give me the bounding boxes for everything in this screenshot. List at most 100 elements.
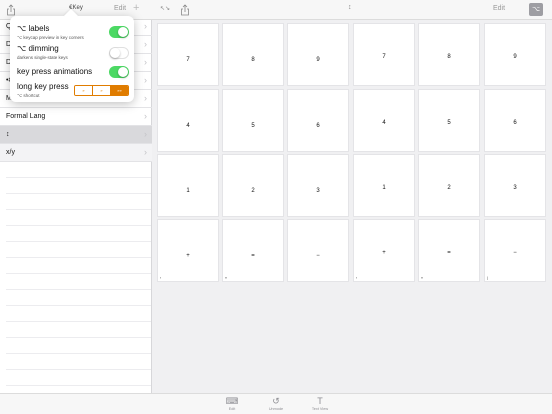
- option-key-icon[interactable]: ⌥: [529, 3, 543, 16]
- empty-list-row: [6, 338, 151, 354]
- longpress-title: long key press: [17, 82, 69, 91]
- empty-list-row: [6, 194, 151, 210]
- keypad-key[interactable]: 3: [287, 154, 349, 217]
- longpress-segmented-control[interactable]: »»»»: [74, 85, 129, 96]
- empty-list-row: [6, 274, 151, 290]
- key-label: 6: [316, 123, 320, 129]
- key-label: 3: [316, 188, 320, 194]
- empty-list-row: [6, 354, 151, 370]
- list-item[interactable]: Formal Lang ›: [0, 108, 152, 126]
- key-label: =: [447, 250, 451, 256]
- keypad-key[interactable]: 1: [157, 154, 219, 217]
- key-label: 9: [316, 57, 320, 63]
- keypad-key[interactable]: 3: [484, 154, 546, 217]
- keypad-key[interactable]: − |: [484, 219, 546, 282]
- keypad-key[interactable]: 5: [222, 89, 284, 152]
- bottom-bar-item[interactable]: ⌨ Edit: [217, 396, 247, 411]
- key-label: 5: [251, 123, 255, 129]
- labels-subtitle: ⌥ keycap preview in key corners: [17, 35, 84, 40]
- list-item-label: x/y: [6, 149, 15, 156]
- dimming-title: ⌥ dimming: [17, 44, 59, 53]
- expand-icon[interactable]: ↖↘: [160, 5, 170, 12]
- settings-popover: ⌥ labels ⌥ keycap preview in key corners…: [10, 8, 134, 102]
- empty-list-row: [6, 210, 151, 226]
- key-label: 1: [382, 185, 386, 191]
- bottom-bar-item[interactable]: T Text View: [305, 396, 335, 411]
- undo-icon: ↺: [272, 396, 280, 406]
- keypad-key[interactable]: = «: [418, 219, 480, 282]
- right-edit-button[interactable]: Edit: [493, 5, 505, 12]
- left-edit-button[interactable]: Edit: [114, 5, 126, 12]
- key-label: 1: [186, 188, 190, 194]
- bottom-bar-item[interactable]: ↺ Unmode: [261, 396, 291, 411]
- keypad-key[interactable]: 2: [222, 154, 284, 217]
- bottom-bar-label: Unmode: [268, 407, 284, 411]
- dimming-toggle[interactable]: [109, 47, 129, 59]
- labels-toggle[interactable]: [109, 26, 129, 38]
- labels-title: ⌥ labels: [17, 24, 50, 33]
- keypad-key[interactable]: 7: [157, 23, 219, 86]
- bottom-toolbar: ⌨ Edit ↺ Unmode T Text View: [152, 393, 552, 414]
- key-label: 4: [186, 123, 190, 129]
- key-label: 8: [447, 54, 451, 60]
- chevron-right-icon: ›: [144, 93, 147, 103]
- chevron-right-icon: ›: [144, 75, 147, 85]
- empty-list-row: [6, 162, 151, 178]
- chevron-right-icon: ›: [144, 21, 147, 31]
- list-item[interactable]: x/y ›: [0, 144, 152, 162]
- key-label: −: [316, 253, 320, 259]
- bottom-bar-label: Edit: [228, 407, 236, 411]
- left-bottom-bar: [0, 393, 152, 414]
- key-label: 7: [382, 54, 386, 60]
- key-label: +: [382, 250, 386, 256]
- keypad-key[interactable]: 4: [353, 89, 415, 152]
- segment-option[interactable]: »: [93, 86, 111, 95]
- reorder-icon[interactable]: ↕: [348, 4, 352, 11]
- key-label: 8: [251, 57, 255, 63]
- keypad-key[interactable]: 2: [418, 154, 480, 217]
- bottom-bar-label: Text View: [311, 407, 329, 411]
- keypad-key[interactable]: 4: [157, 89, 219, 152]
- key-label: 2: [251, 188, 255, 194]
- keypad-key[interactable]: 8: [222, 23, 284, 86]
- keypad-key[interactable]: 6: [484, 89, 546, 152]
- key-label: −: [513, 250, 517, 256]
- keypad-key[interactable]: 9: [287, 23, 349, 86]
- chevron-right-icon: ›: [144, 57, 147, 67]
- keypad-key[interactable]: = «: [222, 219, 284, 282]
- keypad-key[interactable]: + ‹: [353, 219, 415, 282]
- chevron-right-icon: ›: [144, 111, 147, 121]
- add-button[interactable]: +: [133, 2, 139, 14]
- list-item-label: ↕: [6, 131, 10, 138]
- empty-list-row: [6, 242, 151, 258]
- key-corner-label: «: [225, 276, 227, 280]
- empty-list-row: [6, 306, 151, 322]
- keypad-key[interactable]: + ‹: [157, 219, 219, 282]
- keypad-key[interactable]: 7: [353, 23, 415, 86]
- keyboard-icon: ⌨: [225, 396, 239, 406]
- empty-list-row: [6, 370, 151, 386]
- keypad-key[interactable]: 5: [418, 89, 480, 152]
- key-label: 3: [513, 185, 517, 191]
- key-label: 4: [382, 120, 386, 126]
- list-item[interactable]: ↕ ›: [0, 126, 152, 144]
- key-label: 6: [513, 120, 517, 126]
- keypad-key[interactable]: 6: [287, 89, 349, 152]
- key-label: 7: [186, 57, 190, 63]
- dimming-subtitle: darkens single-state keys: [17, 55, 68, 60]
- keypad-key[interactable]: 8: [418, 23, 480, 86]
- keypad-key[interactable]: −: [287, 219, 349, 282]
- app-window: €Key Edit + QV›Dv›Dv›•#›Ma›Formal Lang›↕…: [0, 0, 552, 414]
- empty-list-row: [6, 258, 151, 274]
- key-corner-label: «: [421, 276, 423, 280]
- keypad-key[interactable]: 9: [484, 23, 546, 86]
- share-icon[interactable]: [180, 4, 190, 16]
- empty-list-row: [6, 178, 151, 194]
- animations-toggle[interactable]: [109, 66, 129, 78]
- segment-option[interactable]: »: [75, 86, 93, 95]
- key-corner-label: |: [487, 276, 488, 280]
- segment-option[interactable]: »»: [111, 86, 128, 95]
- keypad-key[interactable]: 1: [353, 154, 415, 217]
- animations-title: key press animations: [17, 67, 93, 76]
- empty-list-row: [6, 226, 151, 242]
